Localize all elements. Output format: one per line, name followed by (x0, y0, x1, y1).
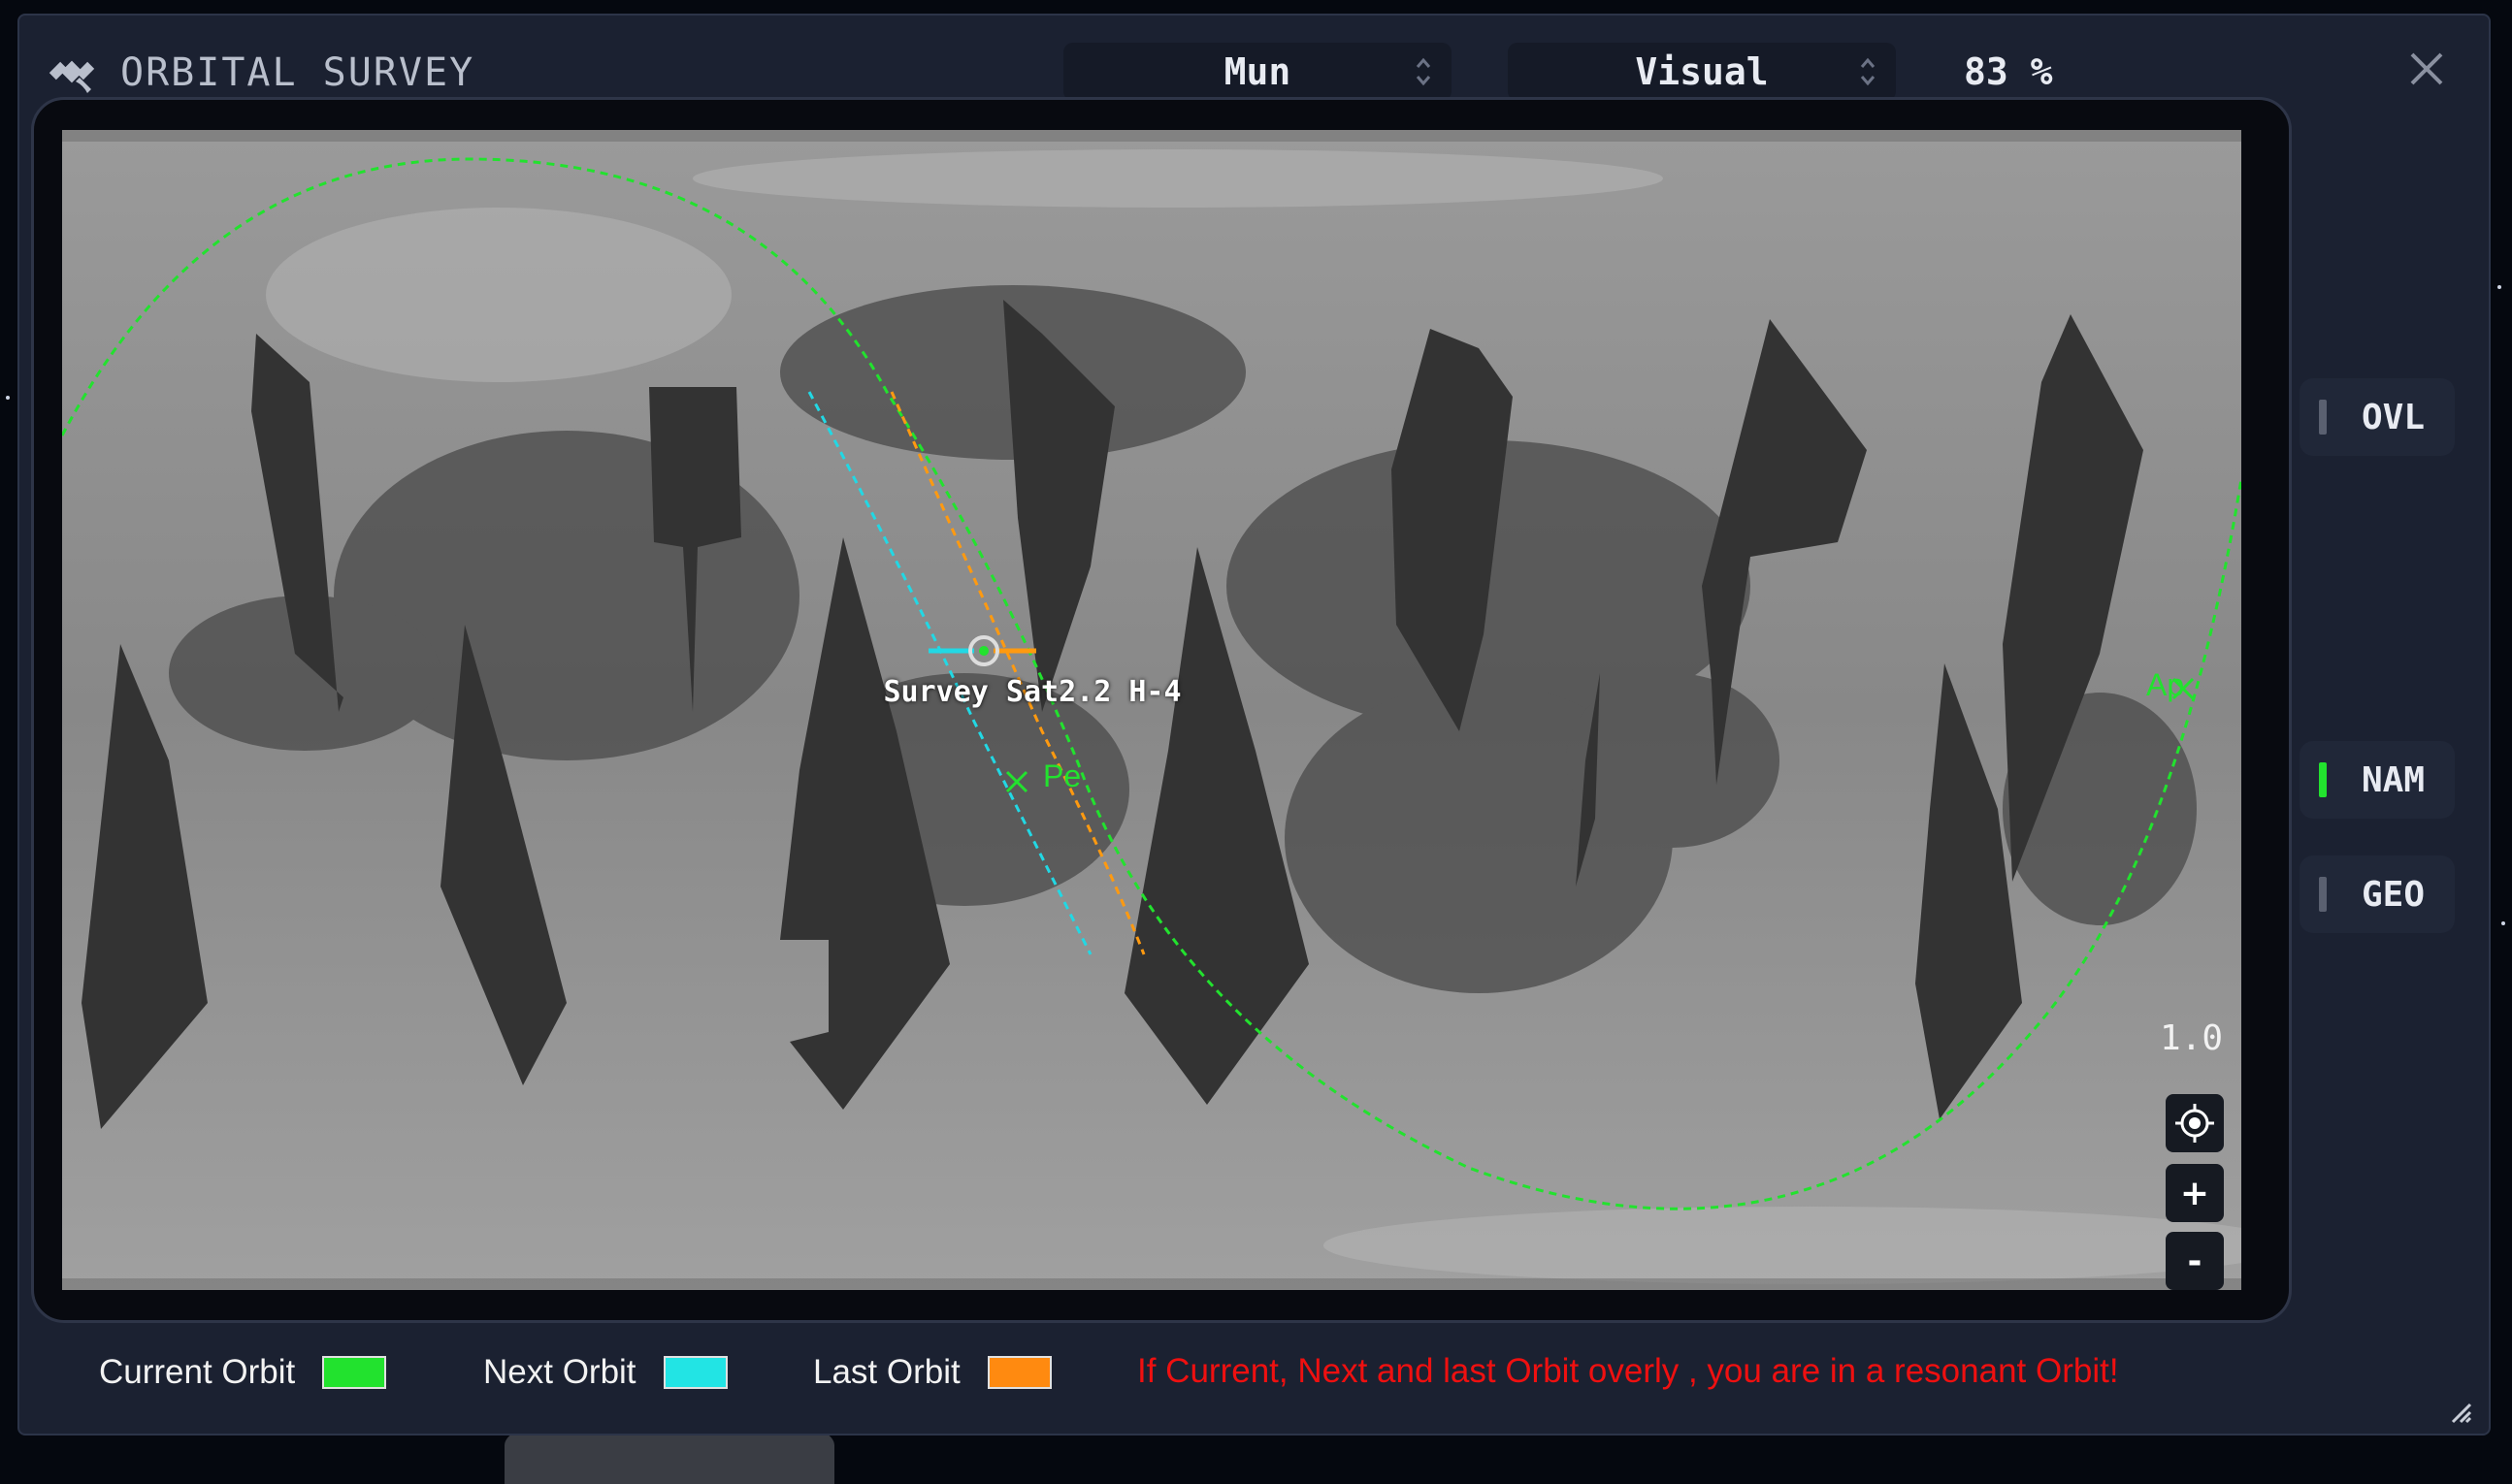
crosshair-icon (2175, 1104, 2214, 1143)
background-star (6, 396, 10, 400)
background-star (2497, 285, 2501, 289)
zoom-in-button[interactable]: + (2166, 1164, 2224, 1222)
legend-swatch-cyan (663, 1356, 728, 1389)
overlay-toggle-button[interactable]: OVL (2300, 378, 2455, 456)
legend-swatch-green (322, 1356, 387, 1389)
legend-label: Next Orbit (483, 1353, 636, 1391)
chevron-updown-icon (1416, 57, 1431, 86)
legend-label: Last Orbit (813, 1353, 961, 1391)
celestial-body-value: Mun (1223, 50, 1291, 93)
legend-next-orbit: Next Orbit (483, 1350, 728, 1395)
scan-percent: 83 % (1964, 50, 2053, 93)
periapsis-label: Pe (1043, 758, 1082, 793)
center-vessel-button[interactable] (2166, 1094, 2224, 1152)
overlay-indicator (2319, 400, 2327, 435)
geo-indicator (2319, 877, 2327, 912)
geo-toggle-label: GEO (2362, 874, 2426, 915)
map-mode-select[interactable]: Visual (1508, 43, 1896, 101)
apoapsis-label: Ap (2146, 667, 2185, 702)
chevron-updown-icon (1860, 57, 1876, 86)
legend-label: Current Orbit (99, 1353, 296, 1391)
vessel-label: Survey Sat2.2 H-4 (883, 675, 1182, 709)
celestial-body-select[interactable]: Mun (1063, 43, 1452, 101)
zoom-level: 1.0 (2160, 1018, 2224, 1058)
map-edge-bottom (62, 1278, 2241, 1290)
background-star (2501, 921, 2505, 925)
close-icon[interactable] (2406, 48, 2447, 89)
legend-last-orbit: Last Orbit (813, 1350, 1052, 1395)
survey-map[interactable]: Survey Sat2.2 H-4 Pe Ap (62, 130, 2241, 1290)
geo-toggle-button[interactable]: GEO (2300, 855, 2455, 933)
satellite-icon (49, 60, 95, 93)
window-title: ORBITAL SURVEY (120, 50, 475, 95)
legend-swatch-orange (987, 1356, 1052, 1389)
overlay-toggle-label: OVL (2362, 397, 2426, 437)
map-edge-top (62, 130, 2241, 142)
names-toggle-label: NAM (2362, 759, 2426, 800)
resize-grip-icon[interactable] (2449, 1401, 2474, 1426)
names-toggle-button[interactable]: NAM (2300, 741, 2455, 819)
zoom-out-button[interactable]: - (2166, 1232, 2224, 1290)
resonance-warning: If Current, Next and last Orbit overly ,… (1137, 1352, 2119, 1390)
legend-current-orbit: Current Orbit (99, 1350, 387, 1395)
names-indicator (2319, 762, 2327, 797)
map-mode-value: Visual (1635, 50, 1769, 93)
